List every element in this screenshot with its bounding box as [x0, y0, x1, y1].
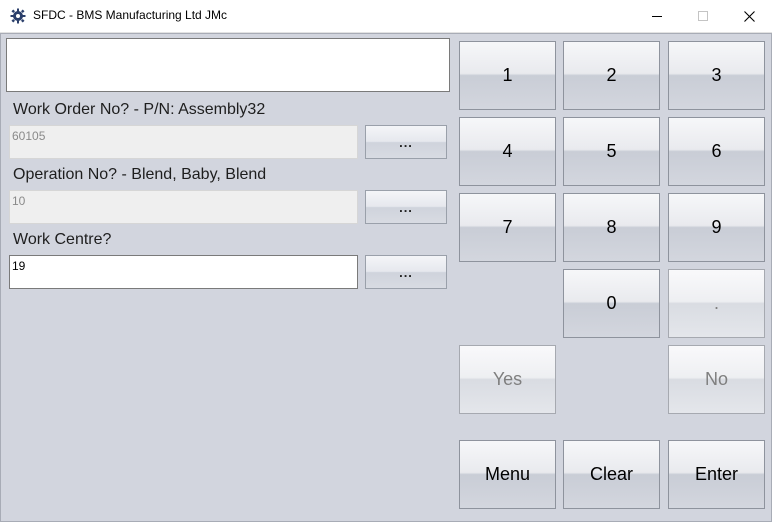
work-centre-browse-button[interactable]: ... [365, 255, 447, 289]
key-9-button[interactable]: 9 [668, 193, 765, 262]
yes-button[interactable]: Yes [459, 345, 556, 414]
work-order-browse-button[interactable]: ... [365, 125, 447, 159]
key-1-button[interactable]: 1 [459, 41, 556, 110]
key-2-button[interactable]: 2 [563, 41, 660, 110]
key-8-button[interactable]: 8 [563, 193, 660, 262]
close-icon [743, 10, 755, 22]
clear-button[interactable]: Clear [563, 440, 660, 509]
maximize-button[interactable] [680, 0, 726, 32]
operation-label: Operation No? - Blend, Baby, Blend [13, 166, 267, 183]
work-centre-field[interactable]: 19 [9, 255, 358, 289]
key-0-button[interactable]: 0 [563, 269, 660, 338]
message-box [6, 38, 450, 92]
operation-field: 10 [9, 190, 358, 224]
key-4-button[interactable]: 4 [459, 117, 556, 186]
work-order-field: 60105 [9, 125, 358, 159]
key-6-button[interactable]: 6 [668, 117, 765, 186]
close-button[interactable] [726, 0, 772, 32]
operation-browse-button[interactable]: ... [365, 190, 447, 224]
work-centre-label: Work Centre? [13, 231, 112, 248]
key-5-button[interactable]: 5 [563, 117, 660, 186]
gear-app-icon [10, 8, 26, 24]
work-order-label: Work Order No? - P/N: Assembly32 [13, 101, 266, 118]
menu-button[interactable]: Menu [459, 440, 556, 509]
enter-button[interactable]: Enter [668, 440, 765, 509]
minimize-button[interactable] [634, 0, 680, 32]
minimize-icon [652, 11, 662, 21]
key-7-button[interactable]: 7 [459, 193, 556, 262]
window-title: SFDC - BMS Manufacturing Ltd JMc [33, 8, 228, 22]
no-button[interactable]: No [668, 345, 765, 414]
key-decimal-button[interactable]: . [668, 269, 765, 338]
title-bar: SFDC - BMS Manufacturing Ltd JMc [0, 0, 772, 33]
maximize-icon [698, 11, 708, 21]
key-3-button[interactable]: 3 [668, 41, 765, 110]
